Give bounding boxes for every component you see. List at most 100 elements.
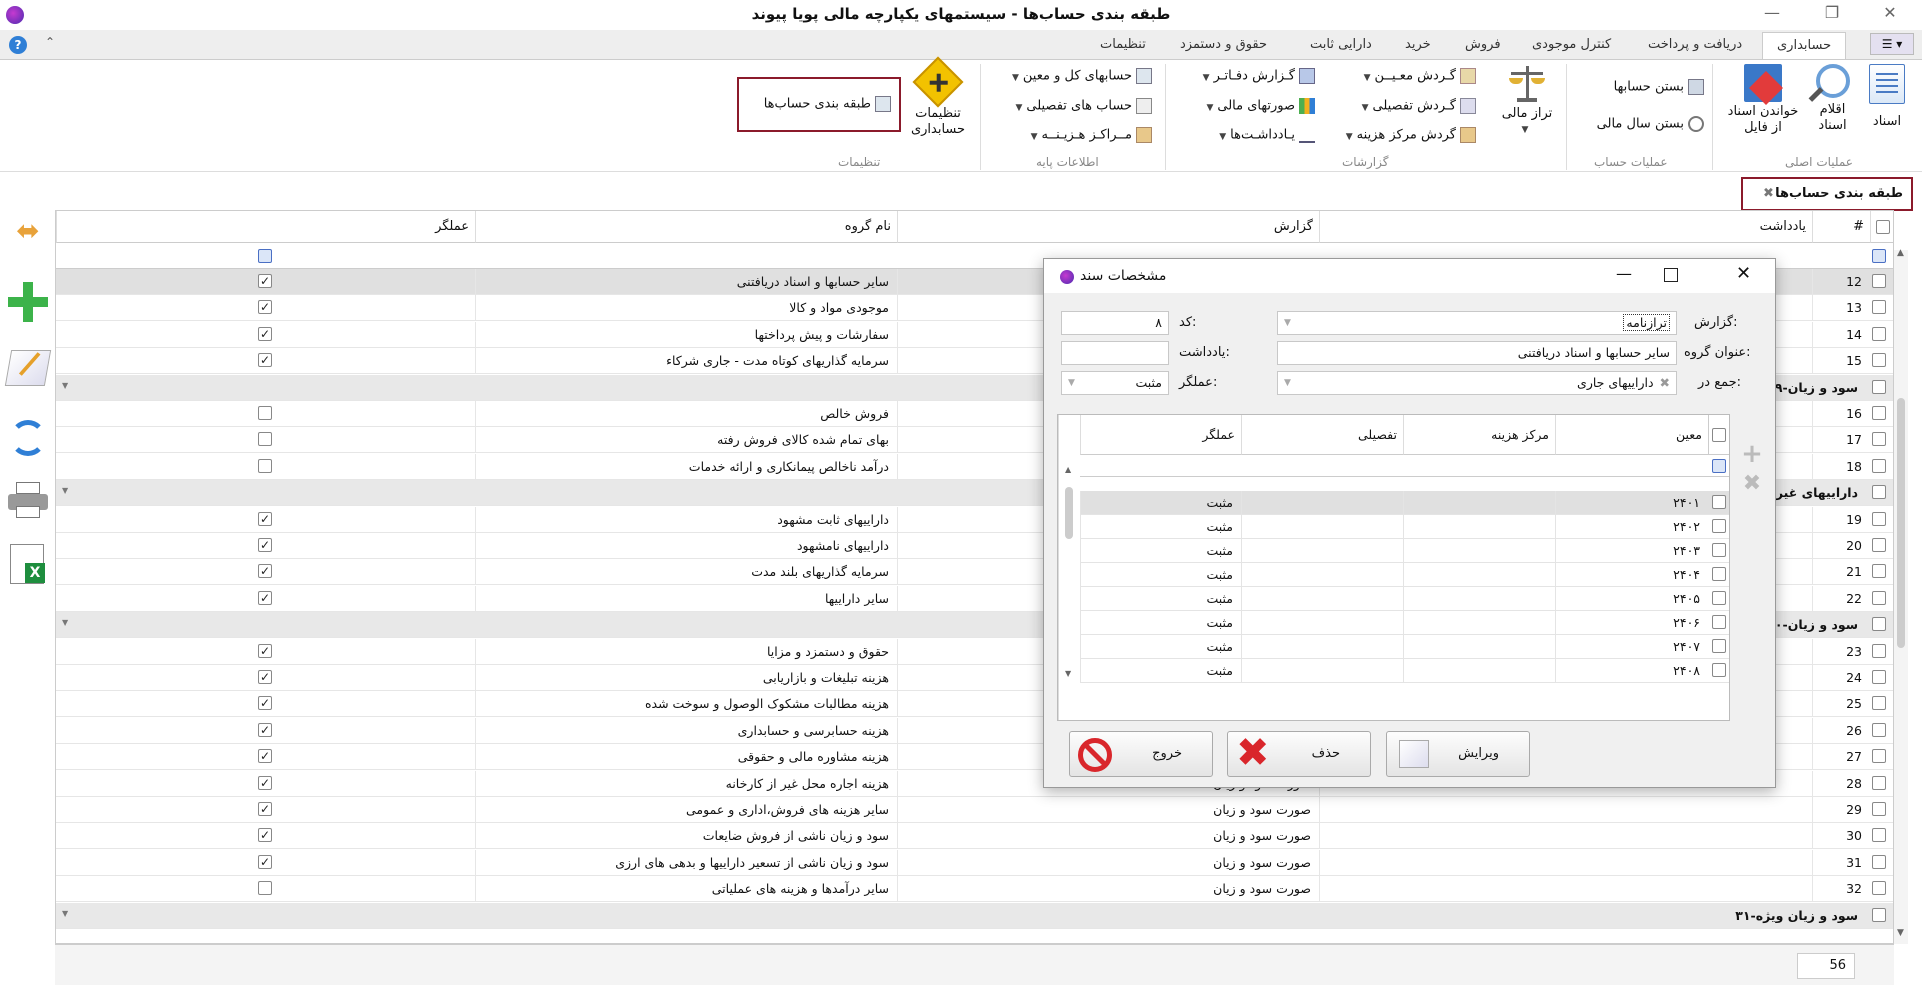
sub-filter-row[interactable]	[1080, 455, 1729, 477]
expand-toggle-icon[interactable]: ▼	[62, 618, 68, 627]
sub-table-row[interactable]: ۲۴۰۴ مثبت	[1080, 563, 1729, 587]
row-checkbox[interactable]	[1872, 353, 1886, 368]
detail-turnover-button[interactable]: ▼ گـردش تفصیلی	[1330, 98, 1476, 116]
scroll-down-icon[interactable]: ▼	[1897, 928, 1904, 938]
tab-purchase[interactable]: خرید	[1405, 37, 1431, 52]
sub-table-row[interactable]: ۲۴۰۱ مثبت	[1080, 491, 1729, 515]
tab-fixed-assets[interactable]: دارایی ثابت	[1310, 37, 1372, 52]
row-operator-checkbox[interactable]: ✓	[258, 590, 272, 605]
row-checkbox[interactable]	[1872, 643, 1886, 658]
row-checkbox[interactable]	[1872, 485, 1886, 500]
close-accounts-button[interactable]: بستن حسابها	[1574, 79, 1704, 96]
column-header-operator[interactable]: عملگر	[56, 211, 475, 243]
row-checkbox[interactable]	[1872, 564, 1886, 579]
trial-balance-button[interactable]: تراز مالی ▼	[1492, 64, 1562, 138]
row-operator-checkbox[interactable]: ✓	[258, 749, 272, 764]
exit-button[interactable]: خروج	[1069, 731, 1213, 777]
row-operator-checkbox[interactable]: ✓	[258, 643, 272, 658]
delete-button[interactable]: حذف ✖	[1227, 730, 1371, 777]
delete-row-icon[interactable]: ✖	[1740, 473, 1764, 497]
row-operator-checkbox[interactable]: ✓	[258, 300, 272, 315]
row-checkbox[interactable]	[1872, 274, 1886, 288]
dialog-close-button[interactable]: ✕	[1736, 263, 1751, 284]
table-row[interactable]: 29 صورت سود و زیان سایر هزینه های فروش،ادا…	[56, 797, 1893, 823]
row-operator-checkbox[interactable]: ✓	[258, 564, 272, 579]
filter-operator-checkbox[interactable]	[258, 249, 272, 263]
detail-accounts-button[interactable]: ▼ حساب های تفصیلی	[990, 98, 1152, 116]
code-field[interactable]: ۸	[1061, 311, 1169, 335]
row-checkbox[interactable]	[1872, 749, 1886, 764]
row-checkbox[interactable]	[1872, 881, 1886, 896]
column-header-report[interactable]: گزارش	[897, 211, 1319, 243]
row-operator-checkbox[interactable]: ✓	[258, 828, 272, 843]
sub-row-checkbox[interactable]	[1712, 663, 1726, 677]
close-year-button[interactable]: بستن سال مالی	[1570, 116, 1704, 133]
row-checkbox[interactable]	[1872, 722, 1886, 737]
scroll-up-icon[interactable]: ▲	[1897, 248, 1904, 258]
sub-table-row[interactable]: ۲۴۰۳ مثبت	[1080, 539, 1729, 563]
cost-center-turnover-button[interactable]: ▼ گردش مرکز هزینه	[1330, 127, 1476, 145]
scroll-thumb[interactable]	[1065, 487, 1073, 539]
ledger-report-button[interactable]: ▼ گـزارش دفـاتـر	[1175, 68, 1315, 86]
close-tab-icon[interactable]: ✖	[1763, 179, 1774, 209]
gl-accounts-button[interactable]: ▼ حسابهای کل و معین	[990, 68, 1152, 86]
row-checkbox[interactable]	[1872, 590, 1886, 605]
chevron-down-icon[interactable]: ▼	[1284, 312, 1291, 334]
restore-button[interactable]: ❐	[1812, 2, 1852, 26]
financial-statements-button[interactable]: ▼ صورتهای مالی	[1175, 98, 1315, 116]
row-operator-checkbox[interactable]: ✓	[258, 670, 272, 684]
clear-icon[interactable]: ✖	[1660, 375, 1670, 390]
row-operator-checkbox[interactable]: ✓	[258, 775, 272, 790]
group-row[interactable]: ۳۱-سود و زیان ویژه ▼	[56, 902, 1893, 929]
doc-tab-account-classification[interactable]: طبقه بندی حساب‌ها ✖	[1741, 177, 1913, 211]
add-row-icon[interactable]: +	[1740, 441, 1764, 467]
sub-table-row[interactable]: ۲۴۰۷ مثبت	[1080, 635, 1729, 659]
sub-column-header-select[interactable]	[1708, 415, 1729, 455]
print-icon[interactable]	[8, 482, 48, 518]
operator-select[interactable]: مثبت ▼	[1061, 371, 1169, 395]
row-checkbox[interactable]	[1872, 300, 1886, 315]
row-checkbox[interactable]	[1872, 379, 1886, 394]
column-header-group-name[interactable]: نام گروه	[475, 211, 897, 243]
group-title-field[interactable]: سایر حسابها و اسناد دریافتنی	[1277, 341, 1677, 365]
export-excel-icon[interactable]: X	[10, 544, 45, 584]
refresh-icon[interactable]	[10, 420, 46, 456]
scroll-up-icon[interactable]: ▲	[1065, 465, 1071, 474]
row-checkbox[interactable]	[1872, 775, 1886, 790]
row-checkbox[interactable]	[1872, 406, 1886, 420]
dialog-minimize-button[interactable]: —	[1616, 264, 1632, 283]
swap-arrows-icon[interactable]: ⬌	[8, 217, 48, 245]
sum-in-select[interactable]: داراییهای جاری ✖ ▼	[1277, 371, 1677, 395]
row-operator-checkbox[interactable]: ✓	[258, 274, 272, 288]
sub-row-checkbox[interactable]	[1712, 567, 1726, 581]
sub-column-header-detail[interactable]: تفصیلی	[1241, 415, 1403, 455]
sub-row-checkbox[interactable]	[1712, 495, 1726, 509]
doc-items-button[interactable]: اقلام اسناد	[1805, 64, 1860, 134]
scrollbar-track[interactable]: ▲ ▼	[1894, 248, 1908, 944]
tab-receipt-payment[interactable]: دریافت و پرداخت	[1648, 37, 1742, 52]
scroll-thumb[interactable]	[1897, 398, 1905, 648]
row-operator-checkbox[interactable]: ✓	[258, 722, 272, 737]
row-checkbox[interactable]	[1872, 670, 1886, 684]
tab-accounting[interactable]: حسابداری	[1762, 32, 1847, 60]
notes-button[interactable]: ▼ یـادداشـت‌ها	[1175, 127, 1315, 145]
quick-menu-button[interactable]: ☰ ▾	[1870, 33, 1914, 55]
scroll-down-icon[interactable]: ▼	[1065, 669, 1071, 678]
column-header-num[interactable]: #	[1812, 211, 1870, 243]
row-operator-checkbox[interactable]: ✓	[258, 802, 272, 816]
row-operator-checkbox[interactable]: ✓	[258, 696, 272, 711]
row-checkbox[interactable]	[1872, 458, 1886, 473]
row-checkbox[interactable]	[1872, 696, 1886, 711]
dialog-maximize-button[interactable]	[1664, 268, 1678, 282]
table-row[interactable]: 30 صورت سود و زیان سود و زیان ناشی از فروش…	[56, 823, 1893, 850]
note-field[interactable]	[1061, 341, 1169, 365]
expand-toggle-icon[interactable]: ▼	[62, 381, 68, 390]
sub-table-row[interactable]: ۲۴۰۵ مثبت	[1080, 587, 1729, 611]
tab-inventory[interactable]: کنترل موجودی	[1532, 37, 1611, 52]
moein-turnover-button[interactable]: ▼ گـردش معـیــن	[1330, 68, 1476, 86]
row-operator-checkbox[interactable]: ✓	[258, 353, 272, 368]
chevron-down-icon[interactable]: ▼	[1284, 372, 1291, 394]
row-checkbox[interactable]	[1872, 907, 1886, 922]
column-header-note[interactable]: یادداشت	[1319, 211, 1812, 243]
expand-toggle-icon[interactable]: ▼	[62, 909, 68, 918]
